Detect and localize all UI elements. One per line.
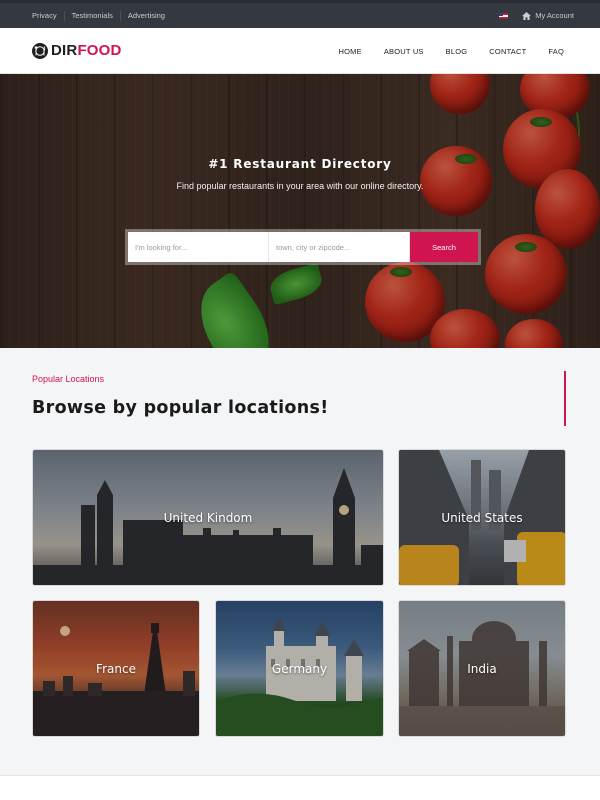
section-heading: Browse by popular locations!: [32, 398, 329, 418]
logo[interactable]: DIRFOOD: [32, 42, 122, 59]
location-card-label: United States: [441, 510, 523, 525]
hero-subtitle: Find popular restaurants in your area wi…: [176, 181, 424, 191]
location-field: [269, 232, 410, 262]
testimonials-link[interactable]: Testimonials: [63, 10, 120, 21]
top-bar: Privacy Testimonials Advertising My Acco…: [0, 0, 600, 28]
hero-content: #1 Restaurant Directory Find popular res…: [0, 74, 600, 348]
location-card-label: France: [96, 661, 136, 676]
home-icon: [522, 11, 532, 20]
nav-blog[interactable]: BLOG: [446, 47, 468, 56]
top-right: My Account: [499, 3, 574, 28]
logo-text-accent: FOOD: [77, 42, 122, 59]
popular-locations-section: Popular Locations Browse by popular loca…: [0, 348, 600, 776]
location-input[interactable]: [276, 242, 409, 252]
nav-home[interactable]: HOME: [339, 47, 362, 56]
top-links: Privacy Testimonials Advertising: [32, 3, 172, 28]
keyword-input[interactable]: [135, 242, 268, 252]
section-eyebrow: Popular Locations: [32, 374, 105, 384]
location-card-label: United Kindom: [163, 510, 253, 525]
nav-faq[interactable]: FAQ: [548, 47, 564, 56]
privacy-link[interactable]: Privacy: [32, 11, 64, 21]
advertising-link[interactable]: Advertising: [119, 10, 172, 21]
nav-about-us[interactable]: ABOUT US: [384, 47, 424, 56]
location-card-label: India: [467, 661, 497, 676]
logo-text: DIRFOOD: [51, 42, 122, 59]
location-card-france[interactable]: France: [32, 600, 200, 737]
us-flag-icon[interactable]: [499, 12, 509, 19]
hero-banner: #1 Restaurant Directory Find popular res…: [0, 74, 600, 348]
location-card-germany[interactable]: Germany: [215, 600, 384, 737]
footer-strip: [0, 775, 600, 800]
nav-contact[interactable]: CONTACT: [489, 47, 526, 56]
location-card-label: Germany: [271, 661, 328, 676]
location-card-india[interactable]: India: [398, 600, 566, 737]
site-header: DIRFOOD HOME ABOUT US BLOG CONTACT FAQ: [0, 28, 600, 74]
fork-knife-icon: [32, 42, 48, 59]
main-nav: HOME ABOUT US BLOG CONTACT FAQ: [339, 28, 564, 74]
keyword-field: [128, 232, 269, 262]
location-card-united-states[interactable]: United States: [398, 449, 566, 586]
location-card-united-kingdom[interactable]: United Kindom: [32, 449, 384, 586]
my-account-link[interactable]: My Account: [522, 11, 574, 20]
accent-divider: [564, 371, 566, 426]
search-form: Search: [125, 229, 481, 265]
logo-text-dark: DIR: [51, 42, 78, 59]
my-account-label: My Account: [535, 11, 574, 20]
hero-title: #1 Restaurant Directory: [208, 157, 392, 171]
search-button[interactable]: Search: [410, 232, 478, 262]
